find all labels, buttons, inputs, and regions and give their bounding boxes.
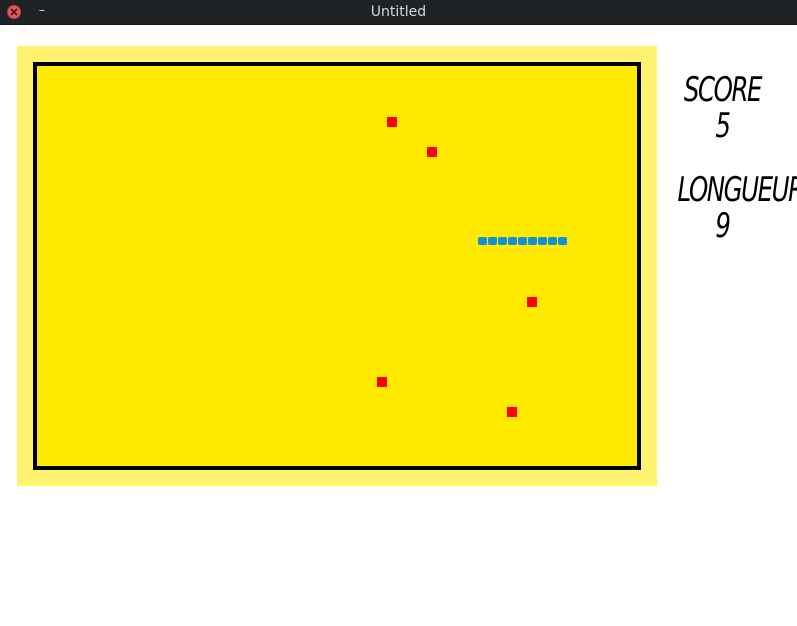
- snake-segment: [528, 237, 537, 245]
- apple: [507, 407, 517, 417]
- snake-segment: [518, 237, 527, 245]
- snake-segment: [538, 237, 547, 245]
- snake-segment: [488, 237, 497, 245]
- apple: [377, 377, 387, 387]
- score-label: SCORE: [683, 70, 763, 110]
- apple: [387, 117, 397, 127]
- snake-segment: [508, 237, 517, 245]
- score-value: 5: [715, 106, 731, 146]
- apple: [427, 147, 437, 157]
- snake-segment: [548, 237, 557, 245]
- snake-segment: [498, 237, 507, 245]
- snake-segment: [478, 237, 487, 245]
- apple: [527, 297, 537, 307]
- title-bar: – Untitled: [0, 0, 797, 25]
- length-value: 9: [715, 206, 731, 246]
- game-board: [33, 62, 641, 470]
- length-label: LONGUEUR: [677, 170, 797, 210]
- snake-head: [558, 237, 567, 245]
- window-title: Untitled: [370, 4, 427, 20]
